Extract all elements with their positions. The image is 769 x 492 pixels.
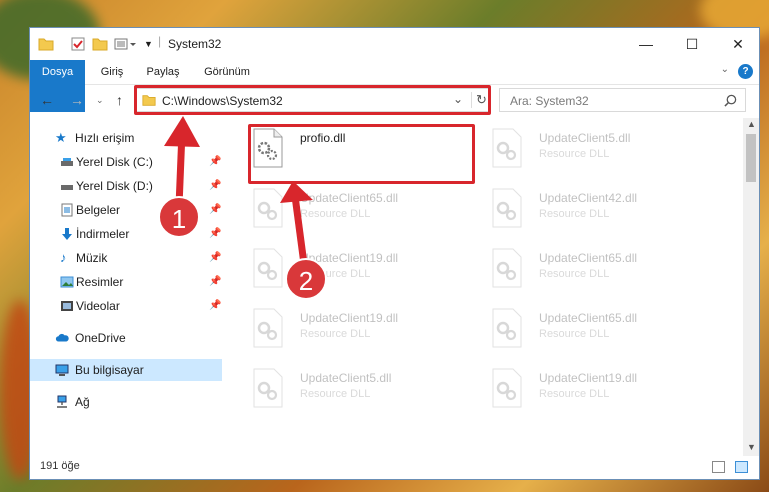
explorer-window: ▼ | System32 — ☐ ✕ Dosya Giriş Paylaş Gö… xyxy=(29,27,760,480)
callout-number-2: 2 xyxy=(285,258,327,300)
callout-arrow-1 xyxy=(164,116,313,265)
callout-number-1: 1 xyxy=(158,196,200,238)
